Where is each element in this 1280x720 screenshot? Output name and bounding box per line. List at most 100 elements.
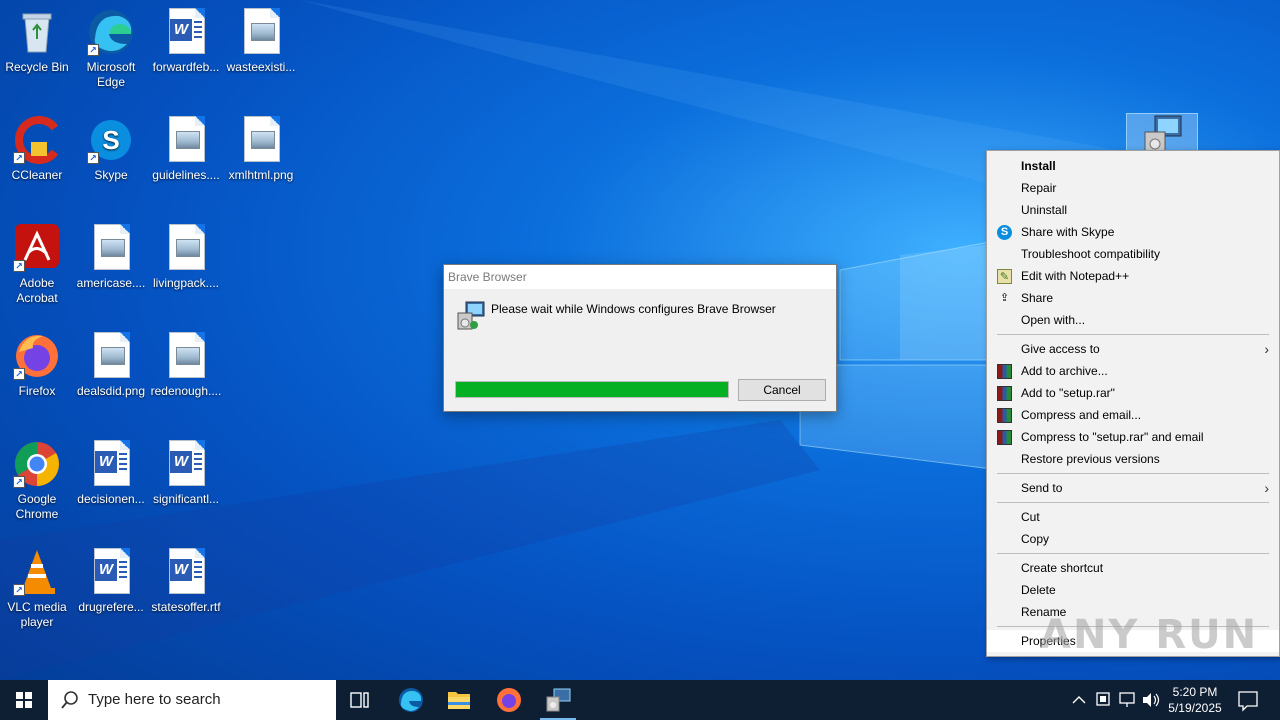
clock-time: 5:20 PM (1172, 685, 1218, 699)
menu-item-copy[interactable]: Copy (987, 528, 1279, 550)
progress-bar (455, 381, 729, 398)
action-center-button[interactable] (1232, 680, 1264, 720)
menu-item-repair[interactable]: Repair (987, 177, 1279, 199)
desktop-icon-skype[interactable]: S ↗ Skype (74, 116, 148, 183)
desktop-icon-recycle-bin[interactable]: Recycle Bin (0, 8, 74, 75)
menu-item-share-with-skype[interactable]: S Share with Skype (987, 221, 1279, 243)
desktop-icon-file[interactable]: redenough.... (149, 332, 223, 399)
tray-device-icon[interactable] (1092, 680, 1114, 720)
menu-item-edit-with-notepad[interactable]: ✎ Edit with Notepad++ (987, 265, 1279, 287)
winrar-icon (997, 386, 1012, 401)
desktop-icon-file[interactable]: americase.... (74, 224, 148, 291)
installer-icon (546, 688, 571, 712)
anyrun-watermark: ANY RUN (1040, 612, 1259, 658)
notepad-plus-plus-icon: ✎ (997, 269, 1012, 284)
menu-separator (997, 473, 1269, 474)
desktop-icon-file[interactable]: W statesoffer.rtf (149, 548, 223, 615)
winrar-icon (997, 430, 1012, 445)
desktop-icon-vlc[interactable]: ↗ VLC media player (0, 548, 74, 630)
tray-volume[interactable] (1140, 680, 1162, 720)
desktop-icon-adobe-acrobat[interactable]: ↗ Adobe Acrobat (0, 224, 74, 306)
desktop-icon-file[interactable]: W significantl... (149, 440, 223, 507)
image-file-icon (162, 116, 210, 164)
desktop-icon-ccleaner[interactable]: ↗ CCleaner (0, 116, 74, 183)
start-button[interactable] (0, 680, 48, 720)
menu-item-compress-to-setup-rar-and-email[interactable]: Compress to "setup.rar" and email (987, 426, 1279, 448)
chevron-up-icon (1072, 696, 1086, 704)
tray-network[interactable] (1116, 680, 1138, 720)
desktop-icon-file[interactable]: wasteexisti... (224, 8, 298, 75)
menu-item-add-to-setup-rar[interactable]: Add to "setup.rar" (987, 382, 1279, 404)
notification-icon (1238, 691, 1258, 712)
word-document-icon: W (162, 548, 210, 596)
shortcut-arrow-icon: ↗ (87, 152, 99, 164)
desktop-icon-firefox[interactable]: ↗ Firefox (0, 332, 74, 399)
windows-logo-icon (16, 692, 32, 708)
tray-show-hidden-icons[interactable] (1068, 680, 1090, 720)
menu-item-open-with[interactable]: Open with... (987, 309, 1279, 331)
vlc-cone-icon: ↗ (13, 548, 61, 596)
taskbar-file-explorer[interactable] (435, 680, 483, 720)
shortcut-arrow-icon: ↗ (87, 44, 99, 56)
menu-item-compress-and-email[interactable]: Compress and email... (987, 404, 1279, 426)
context-menu: Install Repair Uninstall S Share with Sk… (986, 150, 1280, 657)
desktop-icon-file[interactable]: W drugrefere... (74, 548, 148, 615)
clock-date: 5/19/2025 (1168, 701, 1222, 715)
shortcut-arrow-icon: ↗ (13, 584, 25, 596)
menu-separator (997, 553, 1269, 554)
taskbar-firefox[interactable] (485, 680, 533, 720)
menu-item-install[interactable]: Install (987, 155, 1279, 177)
menu-item-cut[interactable]: Cut (987, 506, 1279, 528)
recycle-bin-icon (13, 8, 61, 56)
installer-icon (457, 301, 485, 330)
menu-separator (997, 502, 1269, 503)
desktop-icon-file[interactable]: guidelines.... (149, 116, 223, 183)
network-icon (1119, 692, 1135, 707)
menu-item-give-access-to[interactable]: Give access to › (987, 338, 1279, 360)
search-icon (61, 691, 78, 709)
svg-text:S: S (102, 125, 119, 155)
image-file-icon (237, 116, 285, 164)
folder-icon (448, 692, 470, 709)
image-file-icon (162, 332, 210, 380)
search-placeholder: Type here to search (88, 691, 221, 708)
menu-item-delete[interactable]: Delete (987, 579, 1279, 601)
menu-item-share[interactable]: ⇪ Share (987, 287, 1279, 309)
taskbar-clock[interactable]: 5:20 PM 5/19/2025 (1160, 684, 1230, 716)
chevron-right-icon: › (1264, 480, 1269, 496)
menu-item-uninstall[interactable]: Uninstall (987, 199, 1279, 221)
menu-item-send-to[interactable]: Send to › (987, 477, 1279, 499)
cancel-button[interactable]: Cancel (738, 379, 826, 401)
taskbar: Type here to search 5:20 PM 5/19/2025 (0, 680, 1280, 720)
desktop-icon-file[interactable]: W decisionen... (74, 440, 148, 507)
image-file-icon (162, 224, 210, 272)
winrar-icon (997, 408, 1012, 423)
taskbar-edge[interactable] (387, 680, 435, 720)
share-icon: ⇪ (999, 292, 1010, 304)
desktop-icon-file[interactable]: W forwardfeb... (149, 8, 223, 75)
dialog-message: Please wait while Windows configures Bra… (491, 302, 776, 316)
taskbar-installer[interactable] (534, 680, 582, 720)
winrar-icon (997, 364, 1012, 379)
microsoft-edge-icon (399, 688, 423, 712)
menu-item-add-to-archive[interactable]: Add to archive... (987, 360, 1279, 382)
task-view-button[interactable] (336, 680, 384, 720)
shortcut-arrow-icon: ↗ (13, 260, 25, 272)
desktop-icon-file[interactable]: xmlhtml.png (224, 116, 298, 183)
adobe-acrobat-icon: ↗ (13, 224, 61, 272)
menu-item-troubleshoot-compatibility[interactable]: Troubleshoot compatibility (987, 243, 1279, 265)
desktop-icon-file[interactable]: dealsdid.png (74, 332, 148, 399)
desktop-icon-google-chrome[interactable]: ↗ Google Chrome (0, 440, 74, 522)
installer-icon (1144, 115, 1182, 153)
image-file-icon (87, 332, 135, 380)
menu-item-create-shortcut[interactable]: Create shortcut (987, 557, 1279, 579)
menu-item-restore-previous-versions[interactable]: Restore previous versions (987, 448, 1279, 470)
image-file-icon (87, 224, 135, 272)
desktop-icon-setup-selected[interactable] (1126, 113, 1198, 153)
task-view-icon (350, 692, 369, 708)
desktop-icon-microsoft-edge[interactable]: ↗ Microsoft Edge (74, 8, 148, 90)
taskbar-search-box[interactable]: Type here to search (48, 680, 336, 720)
desktop-icon-file[interactable]: livingpack.... (149, 224, 223, 291)
microsoft-edge-icon: ↗ (87, 8, 135, 56)
skype-icon: S ↗ (87, 116, 135, 164)
